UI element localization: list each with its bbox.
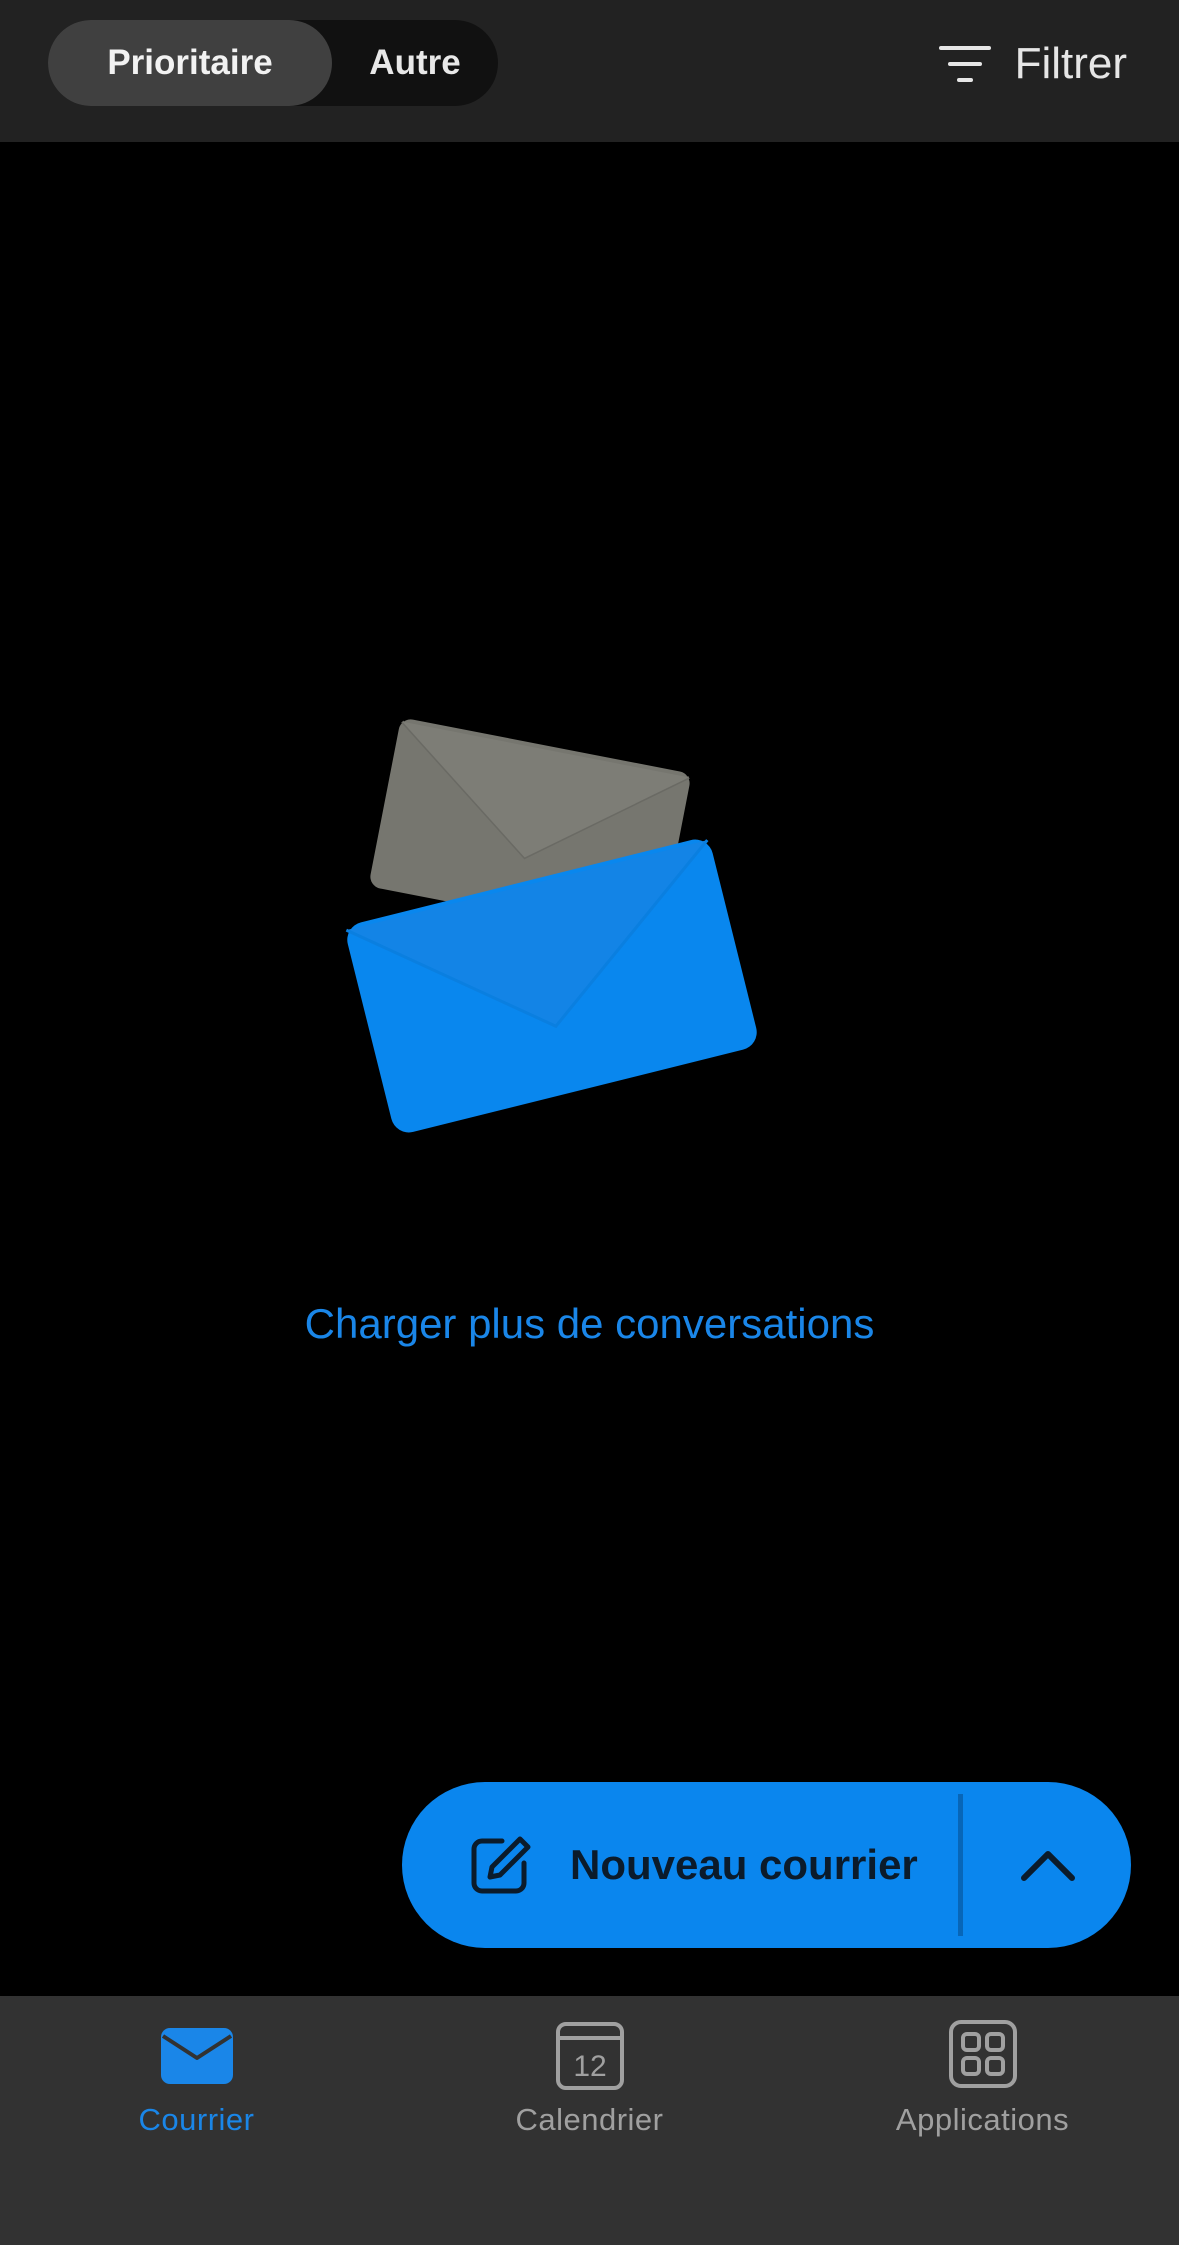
filter-button[interactable]: Filtrer — [938, 32, 1127, 96]
nav-item-courrier[interactable]: Courrier — [0, 1996, 393, 2176]
tab-prioritaire[interactable]: Prioritaire — [48, 20, 332, 106]
filter-label: Filtrer — [1014, 39, 1127, 88]
new-mail-fab: Nouveau courrier — [402, 1782, 1131, 1948]
calendar-day: 12 — [573, 2050, 606, 2083]
filter-lines-icon — [938, 46, 991, 82]
envelopes-illustration — [340, 690, 840, 1170]
mail-icon — [160, 2028, 233, 2084]
tab-autre[interactable]: Autre — [332, 20, 498, 106]
fab-expand-button[interactable] — [964, 1782, 1131, 1948]
nav-label-calendrier: Calendrier — [515, 2102, 664, 2137]
new-mail-label: Nouveau courrier — [570, 1841, 918, 1888]
new-mail-button[interactable]: Nouveau courrier — [402, 1782, 960, 1948]
bottom-navigation: Courrier 12 Calendrier Applications — [0, 1996, 1179, 2245]
nav-item-calendrier[interactable]: 12 Calendrier — [393, 1996, 786, 2176]
nav-item-applications[interactable]: Applications — [786, 1996, 1179, 2176]
nav-label-applications: Applications — [895, 2102, 1070, 2137]
calendar-icon: 12 — [555, 2022, 624, 2090]
compose-icon — [471, 1836, 531, 1894]
chevron-up-icon — [1020, 1851, 1075, 1881]
apps-grid-icon — [948, 2020, 1017, 2088]
fab-divider — [958, 1794, 963, 1936]
inbox-segmented-control: Prioritaire Autre — [48, 20, 498, 106]
load-more-link[interactable]: Charger plus de conversations — [0, 1300, 1179, 1348]
nav-label-courrier: Courrier — [138, 2102, 255, 2137]
top-bar: Prioritaire Autre Filtrer — [0, 0, 1179, 142]
